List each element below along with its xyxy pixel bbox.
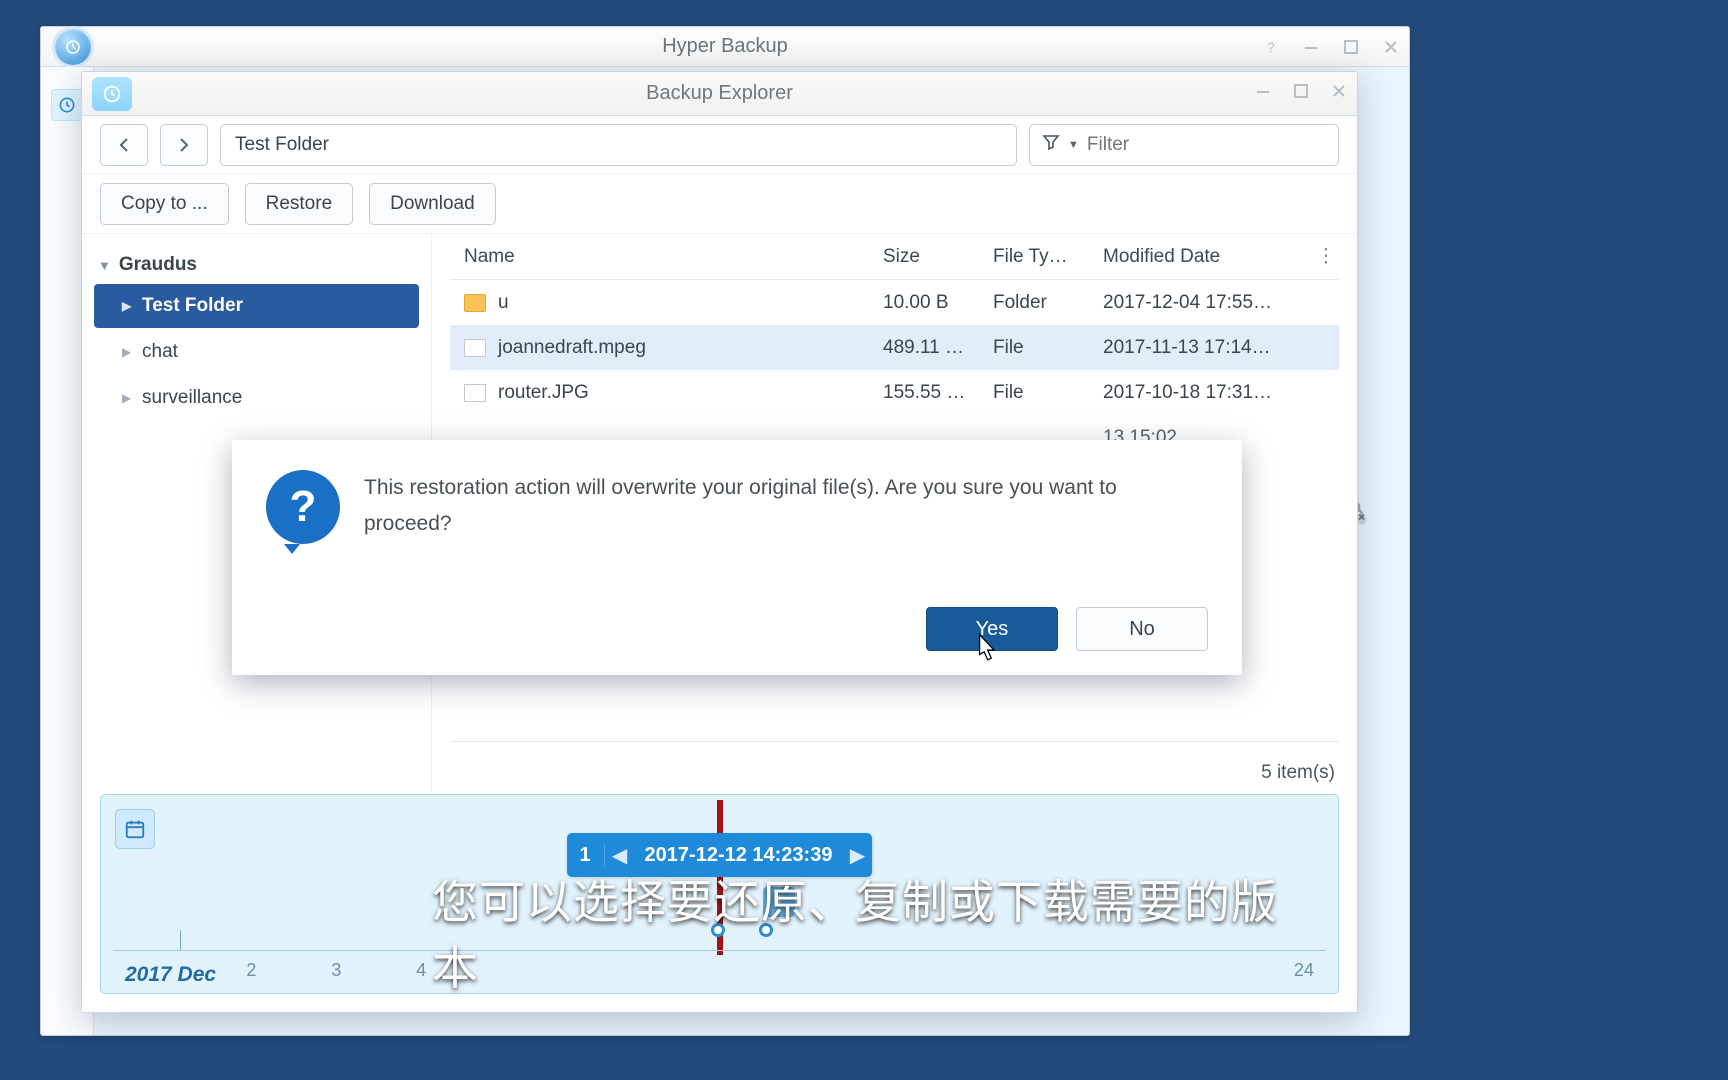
chevron-right-icon: ▶ [122,299,132,313]
no-button[interactable]: No [1076,607,1208,651]
column-menu-icon[interactable]: ⋮ [1313,245,1339,268]
action-toolbar: Copy to ... Restore Download [82,174,1357,234]
minimize-icon[interactable] [1301,37,1321,57]
chevron-down-icon: ▼ [1068,139,1079,151]
svg-text:?: ? [1267,39,1275,55]
question-icon: ? [266,470,340,544]
subtitle-caption: 您可以选择要还原、复制或下载需要的版本 [432,866,1296,998]
file-row[interactable]: u 10.00 B Folder 2017-12-04 17:55… [450,280,1339,325]
close-icon[interactable] [1381,37,1401,57]
prev-version-button[interactable]: ◀ [605,843,635,868]
chevron-right-icon: ▶ [122,345,132,359]
explorer-maximize-icon[interactable] [1293,83,1309,104]
folder-icon [464,294,486,312]
dialog-message: This restoration action will overwrite y… [364,470,1208,544]
timeline-year-label: 2017 Dec [125,963,216,987]
main-window-controls: ? [1261,27,1401,67]
path-text: Test Folder [235,134,329,156]
help-icon[interactable]: ? [1261,37,1281,57]
maximize-icon[interactable] [1341,37,1361,57]
yes-button[interactable]: Yes [926,607,1058,651]
explorer-close-icon[interactable] [1331,83,1347,104]
nav-back-button[interactable] [100,124,148,166]
col-date-header[interactable]: Modified Date [1103,246,1313,268]
chevron-down-icon: ▼ [98,258,111,273]
confirm-dialog: ? This restoration action will overwrite… [232,440,1242,675]
file-icon [464,339,486,357]
explorer-title: Backup Explorer [82,82,1357,105]
explorer-titlebar: Backup Explorer [82,72,1357,116]
file-row[interactable]: router.JPG 155.55 … File 2017-10-18 17:3… [450,370,1339,415]
download-button[interactable]: Download [369,183,496,225]
column-headers: Name Size File Ty… Modified Date ⋮ [450,234,1339,280]
main-titlebar: Hyper Backup ? [41,27,1409,67]
version-count: 1 [567,844,605,867]
tree-root[interactable]: ▼ Graudus [94,248,419,282]
col-type-header[interactable]: File Ty… [993,246,1103,268]
calendar-button[interactable] [115,809,155,849]
file-icon [464,384,486,402]
history-icon[interactable] [51,89,83,121]
copy-to-button[interactable]: Copy to ... [100,183,229,225]
tree-item-test-folder[interactable]: ▶ Test Folder [94,284,419,328]
col-name-header[interactable]: Name [450,246,883,268]
explorer-minimize-icon[interactable] [1255,83,1271,104]
restore-button[interactable]: Restore [245,183,354,225]
version-timestamp: 2017-12-12 14:23:39 [635,844,843,867]
main-window-title: Hyper Backup [41,35,1409,58]
file-row[interactable]: joannedraft.mpeg 489.11 … File 2017-11-1… [450,325,1339,370]
filter-box[interactable]: ▼ [1029,124,1339,166]
nav-forward-button[interactable] [160,124,208,166]
chevron-right-icon: ▶ [122,391,132,405]
path-field[interactable]: Test Folder [220,124,1017,166]
nav-toolbar: Test Folder ▼ [82,116,1357,174]
col-size-header[interactable]: Size [883,246,993,268]
tree-item-chat[interactable]: ▶ chat [94,330,419,374]
filter-icon [1042,133,1060,156]
filter-input[interactable] [1087,134,1332,156]
tree-item-surveillance[interactable]: ▶ surveillance [94,376,419,420]
next-version-button[interactable]: ▶ [842,843,872,868]
item-count: 5 item(s) [450,741,1339,794]
